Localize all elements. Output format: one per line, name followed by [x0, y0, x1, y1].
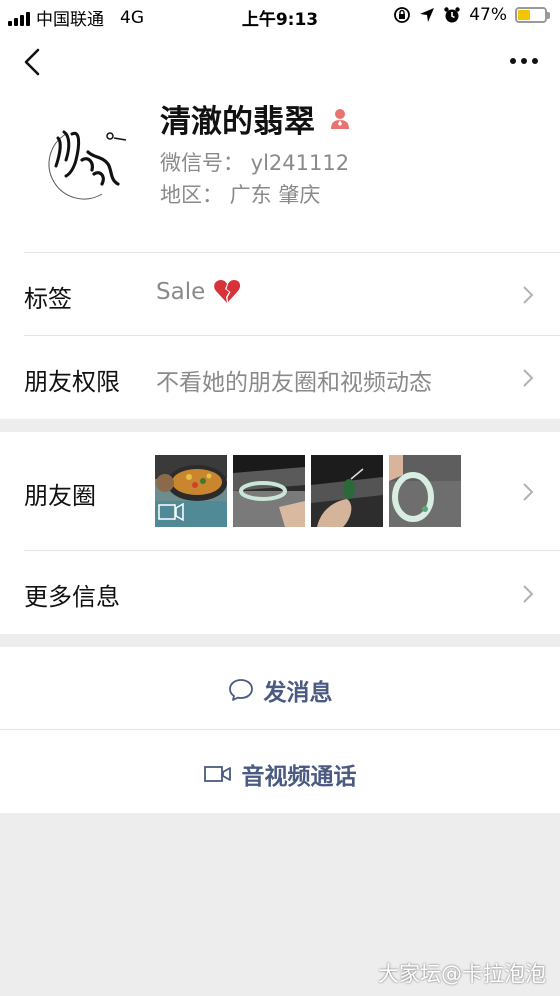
row-tags[interactable]: 标签 Sale: [0, 252, 560, 336]
profile-header: 清澈的翡翠 微信号： yl241112 地区： 广东 肇庆: [0, 92, 560, 252]
status-right: 47%: [393, 5, 550, 25]
battery-fill: [518, 10, 531, 20]
row-moments[interactable]: 朋友圈: [0, 432, 560, 550]
name-row: 清澈的翡翠: [160, 96, 351, 141]
settings-group-2: 朋友圈 更多信息: [0, 432, 560, 634]
broken-heart-icon: [214, 280, 241, 303]
watermark: 大家坛@卡拉泡泡: [378, 962, 546, 986]
battery-percent: 47%: [469, 5, 507, 25]
avatar[interactable]: [36, 104, 140, 208]
nav-bar: [0, 32, 560, 92]
back-icon[interactable]: [20, 46, 44, 78]
video-call-button[interactable]: 音视频通话: [0, 730, 560, 813]
row-permissions-value: 不看她的朋友圈和视频动态: [156, 370, 432, 396]
moments-thumbnails: [155, 455, 461, 527]
status-bar: 中国联通 4G 上午9:13 47%: [0, 0, 560, 32]
battery-icon: [515, 7, 550, 23]
more-options-icon[interactable]: [510, 58, 538, 64]
moments-photo-pendant: [311, 455, 383, 527]
female-person-icon: [331, 108, 349, 129]
moments-photo-bangle-2: [389, 455, 461, 527]
row-more-info-label: 更多信息: [24, 583, 120, 611]
moments-photo-food: [155, 455, 227, 527]
region: 地区： 广东 肇庆: [160, 183, 321, 207]
row-permissions[interactable]: 朋友权限 不看她的朋友圈和视频动态: [0, 336, 560, 419]
row-permissions-label: 朋友权限: [24, 368, 120, 396]
settings-group-1: 标签 Sale 朋友权限 不看她的朋友圈和视频动态: [0, 252, 560, 419]
row-tags-label: 标签: [24, 285, 72, 313]
row-moments-label: 朋友圈: [24, 482, 96, 510]
location-icon: [420, 8, 435, 22]
video-call-label: 音视频通话: [241, 764, 357, 790]
video-camera-icon: [203, 766, 231, 782]
send-message-button[interactable]: 发消息: [0, 647, 560, 729]
chevron-right-icon: [523, 369, 534, 387]
chevron-right-icon: [523, 286, 534, 304]
contact-name: 清澈的翡翠: [160, 104, 315, 140]
alarm-icon: [444, 7, 460, 23]
orientation-lock-icon: [394, 7, 411, 23]
send-message-label: 发消息: [263, 680, 333, 706]
row-tags-value: Sale: [156, 279, 206, 305]
chevron-right-icon: [523, 585, 534, 603]
chat-bubble-icon: [228, 679, 253, 701]
chevron-right-icon: [523, 483, 534, 501]
row-more-info[interactable]: 更多信息: [0, 551, 560, 634]
wechat-id: 微信号： yl241112: [160, 151, 350, 175]
moments-photo-bangle-1: [233, 455, 305, 527]
row-tags-value-wrap: Sale: [156, 279, 241, 305]
